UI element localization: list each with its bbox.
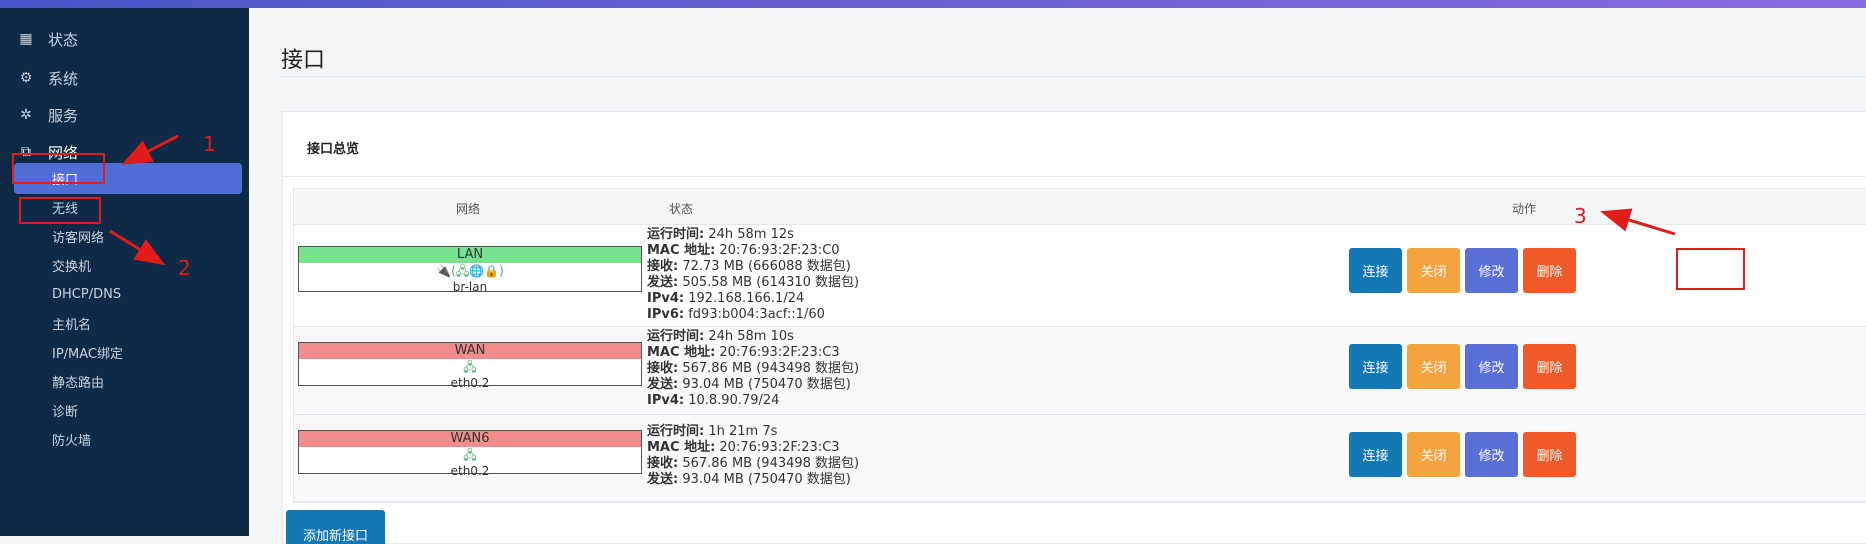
header-actions: 动作 (1512, 202, 1537, 216)
network-name: WAN (299, 343, 641, 359)
device-name: eth0.2 (450, 464, 490, 478)
add-interface-button[interactable]: 添加新接口 (286, 510, 385, 544)
top-accent-bar (0, 0, 1866, 8)
annotation-box-interfaces (19, 197, 101, 224)
network-badge-lan[interactable]: LAN 🔌(🖧🌐🔒) br-lan (298, 246, 642, 294)
subitem-label: 静态路由 (52, 376, 105, 391)
sidebar-subitem-hostnames[interactable]: 主机名 (14, 308, 242, 339)
connect-button[interactable]: 连接 (1349, 248, 1402, 293)
status-info: 运行时间: 24h 58m 10s MAC 地址: 20:76:93:2F:23… (647, 329, 859, 409)
status-info: 运行时间: 24h 58m 12s MAC 地址: 20:76:93:2F:23… (647, 227, 859, 323)
subitem-label: 防火墙 (52, 434, 92, 449)
delete-button[interactable]: 删除 (1523, 432, 1576, 477)
sidebar-subitem-ip-mac-binding[interactable]: IP/MAC绑定 (14, 337, 242, 368)
sidebar-subitem-firewall[interactable]: 防火墙 (14, 424, 242, 455)
edit-button[interactable]: 修改 (1465, 248, 1518, 293)
main-content: 接口 接口总览 网络 状态 动作 LAN 🔌(🖧🌐🔒) br-lan 运行时间:… (249, 8, 1866, 544)
delete-button[interactable]: 删除 (1523, 248, 1576, 293)
status-line: IPv4: 192.168.166.1/24 (647, 291, 805, 306)
status-line: MAC 地址: 20:76:93:2F:23:C3 (647, 345, 840, 360)
edit-button[interactable]: 修改 (1465, 432, 1518, 477)
sidebar-subitem-dhcp-dns[interactable]: DHCP/DNS (14, 279, 242, 310)
subitem-label: 交换机 (52, 260, 92, 275)
network-name: LAN (299, 247, 641, 263)
title-divider (281, 76, 1866, 77)
device-name: br-lan (452, 280, 488, 294)
sidebar-subitem-diagnostics[interactable]: 诊断 (14, 395, 242, 426)
sidebar-item-label: 系统 (48, 69, 79, 88)
close-button[interactable]: 关闭 (1407, 432, 1460, 477)
interfaces-overview-card: 接口总览 网络 状态 动作 LAN 🔌(🖧🌐🔒) br-lan 运行时间: 24… (282, 111, 1866, 544)
interface-icons: 🖧 (463, 448, 477, 462)
table-row: LAN 🔌(🖧🌐🔒) br-lan 运行时间: 24h 58m 12s MAC … (294, 225, 1866, 327)
sidebar-item-label: 状态 (48, 30, 79, 49)
table-row: WAN 🖧 eth0.2 运行时间: 24h 58m 10s MAC 地址: 2… (294, 327, 1866, 415)
header-status: 状态 (669, 202, 694, 216)
connect-button[interactable]: 连接 (1349, 432, 1402, 477)
close-button[interactable]: 关闭 (1407, 344, 1460, 389)
sidebar-subitem-static-routes[interactable]: 静态路由 (14, 366, 242, 397)
network-badge-wan6[interactable]: WAN6 🖧 eth0.2 (298, 430, 642, 478)
status-line: 发送: 505.58 MB (614310 数据包) (647, 275, 860, 290)
delete-button[interactable]: 删除 (1523, 344, 1576, 389)
header-network: 网络 (456, 202, 481, 216)
subitem-label: IP/MAC绑定 (52, 347, 124, 362)
status-line: 运行时间: 24h 58m 10s (647, 329, 794, 344)
annotation-number-3: 3 (1574, 204, 1587, 228)
status-line: IPv4: 10.8.90.79/24 (647, 393, 780, 408)
annotation-number-2: 2 (178, 256, 191, 280)
sidebar-item-system[interactable]: ⚙ 系统 (14, 61, 78, 95)
gears-icon: ✲ (20, 107, 32, 123)
table-row: WAN6 🖧 eth0.2 运行时间: 1h 21m 7s MAC 地址: 20… (294, 415, 1866, 502)
sidebar-subitem-switch[interactable]: 交换机 (14, 250, 242, 281)
device-name: eth0.2 (450, 376, 490, 390)
table-header: 网络 状态 动作 (294, 189, 1866, 225)
sidebar-subitem-guest-network[interactable]: 访客网络 (14, 221, 242, 252)
interfaces-table: 网络 状态 动作 LAN 🔌(🖧🌐🔒) br-lan 运行时间: 24h 58m… (293, 188, 1866, 503)
status-info: 运行时间: 1h 21m 7s MAC 地址: 20:76:93:2F:23:C… (647, 424, 859, 488)
status-line: 接收: 567.86 MB (943498 数据包) (647, 361, 860, 376)
status-line: 发送: 93.04 MB (750470 数据包) (647, 472, 851, 487)
network-badge-wan[interactable]: WAN 🖧 eth0.2 (298, 342, 642, 390)
gear-icon: ⚙ (19, 70, 33, 86)
sidebar-item-status[interactable]: ▦ 状态 (14, 22, 78, 56)
subitem-label: 访客网络 (52, 231, 105, 246)
network-name: WAN6 (299, 431, 641, 447)
annotation-number-1: 1 (203, 132, 216, 156)
close-button[interactable]: 关闭 (1407, 248, 1460, 293)
sidebar-item-services[interactable]: ✲ 服务 (14, 98, 78, 132)
connect-button[interactable]: 连接 (1349, 344, 1402, 389)
subitem-label: 主机名 (52, 318, 92, 333)
page-title: 接口 (281, 48, 326, 73)
sidebar: ▦ 状态 ⚙ 系统 ✲ 服务 ⧉ 网络 接口 无线 访客网络 交换机 DHCP/… (0, 8, 249, 536)
card-title: 接口总览 (307, 142, 360, 157)
status-line: 运行时间: 1h 21m 7s (647, 424, 778, 439)
subitem-label: DHCP/DNS (52, 287, 122, 302)
interface-icons: 🖧 (463, 360, 477, 374)
card-divider (283, 176, 1866, 177)
status-line: 接收: 567.86 MB (943498 数据包) (647, 456, 860, 471)
status-line: 运行时间: 24h 58m 12s (647, 227, 794, 242)
annotation-box-network (12, 153, 105, 184)
subitem-label: 诊断 (52, 405, 79, 420)
status-line: MAC 地址: 20:76:93:2F:23:C0 (647, 243, 840, 258)
annotation-box-edit (1676, 248, 1745, 290)
dashboard-icon: ▦ (19, 31, 33, 47)
interface-icons: 🔌(🖧🌐🔒) (436, 264, 504, 278)
status-line: 接收: 72.73 MB (666088 数据包) (647, 259, 851, 274)
status-line: MAC 地址: 20:76:93:2F:23:C3 (647, 440, 840, 455)
sidebar-item-label: 服务 (48, 106, 79, 125)
status-line: 发送: 93.04 MB (750470 数据包) (647, 377, 851, 392)
status-line: IPv6: fd93:b004:3acf::1/60 (647, 307, 825, 322)
edit-button[interactable]: 修改 (1465, 344, 1518, 389)
